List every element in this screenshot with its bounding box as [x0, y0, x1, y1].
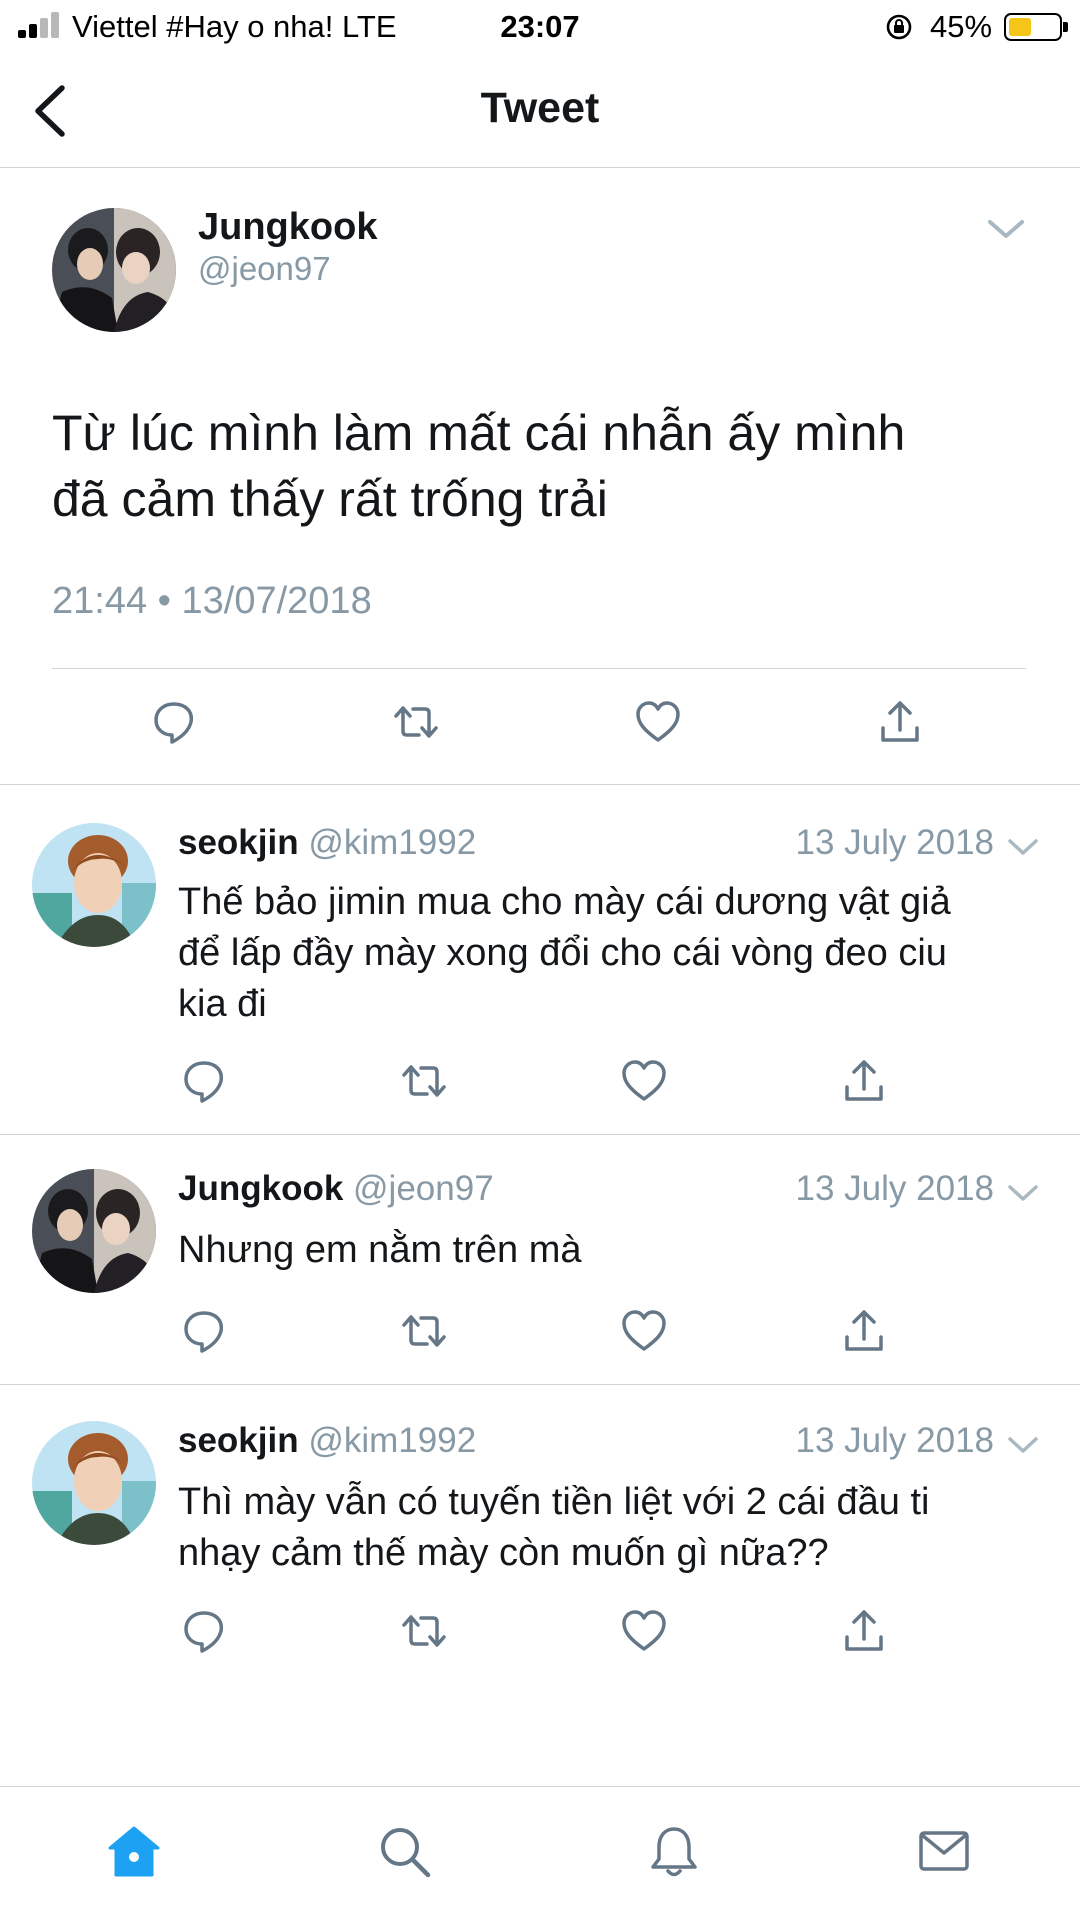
reply-text: Nhưng em nằm trên mà — [178, 1225, 1058, 1276]
home-icon — [108, 1826, 160, 1877]
battery-percent: 45% — [930, 9, 993, 44]
reply-icon — [184, 1061, 224, 1103]
chevron-down-icon[interactable] — [1006, 1433, 1040, 1457]
tweet-text-line: Từ lúc mình làm mất cái nhẫn ấy mình — [52, 405, 906, 461]
reply-icon — [184, 1311, 224, 1353]
reply-text-line: Nhưng em nằm trên mà — [178, 1229, 582, 1271]
tweet-detail-screen: Viettel #Hay o nha! LTE 23:07 45% Tweet — [0, 0, 1080, 1920]
reply-header: seokjin @kim1992 — [178, 823, 476, 863]
status-time: 23:07 — [500, 9, 580, 44]
avatar[interactable] — [52, 208, 176, 332]
chevron-down-icon[interactable] — [984, 214, 1028, 244]
like-button[interactable] — [620, 1057, 668, 1105]
reply-header: seokjin @kim1992 — [178, 1421, 476, 1461]
tweet-text-line: đã cảm thấy rất trống trải — [52, 471, 608, 527]
tweet-actions — [0, 698, 1080, 758]
reply-date: 13 July 2018 — [795, 823, 994, 862]
page-title: Tweet — [480, 84, 600, 132]
reply-tweet[interactable]: seokjin @kim1992 13 July 2018 Thì mày vẫ… — [0, 1385, 1080, 1685]
reply-date: 13 July 2018 — [795, 1421, 994, 1460]
avatar[interactable] — [32, 1421, 156, 1545]
reply-button[interactable] — [180, 1607, 228, 1655]
reply-icon — [184, 1611, 224, 1653]
share-button[interactable] — [840, 1607, 888, 1655]
reply-header: Jungkook @jeon97 — [178, 1169, 494, 1209]
like-button[interactable] — [634, 698, 682, 746]
battery-icon — [1004, 13, 1062, 41]
reply-text: Thì mày vẫn có tuyến tiền liệt với 2 cái… — [178, 1477, 1058, 1579]
share-icon — [845, 1310, 883, 1351]
tweet-timestamp: 21:44 • 13/07/2018 — [52, 580, 372, 622]
tab-notifications[interactable] — [646, 1823, 702, 1879]
avatar[interactable] — [32, 1169, 156, 1293]
share-icon — [881, 701, 919, 742]
retweet-button[interactable] — [400, 1057, 448, 1105]
reply-date: 13 July 2018 — [795, 1169, 994, 1208]
author-handle[interactable]: @kim1992 — [308, 1421, 476, 1460]
like-button[interactable] — [620, 1307, 668, 1355]
battery-tip — [1063, 22, 1068, 32]
reply-text: Thế bảo jimin mua cho mày cái dương vật … — [178, 877, 1058, 1030]
tab-home[interactable] — [106, 1823, 162, 1879]
reply-text-line: kia đi — [178, 983, 267, 1025]
author-handle[interactable]: @jeon97 — [353, 1169, 494, 1208]
bottom-tab-bar — [0, 1786, 1080, 1920]
divider — [52, 668, 1026, 669]
main-tweet: Jungkook @jeon97 Từ lúc mình làm mất cái… — [0, 168, 1080, 785]
share-icon — [845, 1610, 883, 1651]
tweet-text: Từ lúc mình làm mất cái nhẫn ấy mình đã … — [52, 400, 1042, 532]
nav-bar: Tweet — [0, 56, 1080, 168]
retweet-icon — [394, 706, 438, 738]
chevron-down-icon[interactable] — [1006, 835, 1040, 859]
retweet-icon — [402, 1315, 446, 1347]
retweet-button[interactable] — [400, 1607, 448, 1655]
reply-button[interactable] — [180, 1307, 228, 1355]
reply-text-line: Thì mày vẫn có tuyến tiền liệt với 2 cái… — [178, 1481, 930, 1523]
author-handle[interactable]: @kim1992 — [308, 823, 476, 862]
retweet-icon — [402, 1615, 446, 1647]
tab-search[interactable] — [376, 1823, 432, 1879]
reply-tweet[interactable]: Jungkook @jeon97 13 July 2018 Nhưng em n… — [0, 1135, 1080, 1385]
like-button[interactable] — [620, 1607, 668, 1655]
tab-messages[interactable] — [916, 1823, 972, 1879]
mail-icon — [919, 1831, 969, 1871]
share-icon — [845, 1060, 883, 1101]
heart-icon — [636, 701, 680, 742]
reply-text-line: Thế bảo jimin mua cho mày cái dương vật … — [178, 881, 951, 923]
reply-text-line: để lấp đầy mày xong đổi cho cái vòng đeo… — [178, 932, 947, 974]
search-icon — [381, 1828, 431, 1878]
heart-icon — [622, 1060, 666, 1101]
reply-button[interactable] — [150, 698, 198, 746]
retweet-icon — [402, 1065, 446, 1097]
share-button[interactable] — [840, 1307, 888, 1355]
reply-icon — [154, 702, 194, 744]
heart-icon — [622, 1310, 666, 1351]
author-handle[interactable]: @jeon97 — [198, 250, 331, 288]
author-name[interactable]: seokjin — [178, 1421, 299, 1460]
reply-button[interactable] — [180, 1057, 228, 1105]
author-name[interactable]: Jungkook — [198, 206, 377, 249]
avatar[interactable] — [32, 823, 156, 947]
author-name[interactable]: Jungkook — [178, 1169, 343, 1208]
author-name[interactable]: seokjin — [178, 823, 299, 862]
reply-tweet[interactable]: seokjin @kim1992 13 July 2018 Thế bảo ji… — [0, 785, 1080, 1135]
rotation-lock-icon — [886, 14, 912, 40]
reply-text-line: nhạy cảm thế mày còn muốn gì nữa?? — [178, 1532, 829, 1574]
battery-level — [1009, 18, 1031, 36]
share-button[interactable] — [840, 1057, 888, 1105]
retweet-button[interactable] — [400, 1307, 448, 1355]
bell-icon — [651, 1827, 697, 1877]
share-button[interactable] — [876, 698, 924, 746]
heart-icon — [622, 1610, 666, 1651]
status-bar: Viettel #Hay o nha! LTE 23:07 45% — [0, 0, 1080, 56]
chevron-down-icon[interactable] — [1006, 1181, 1040, 1205]
retweet-button[interactable] — [392, 698, 440, 746]
